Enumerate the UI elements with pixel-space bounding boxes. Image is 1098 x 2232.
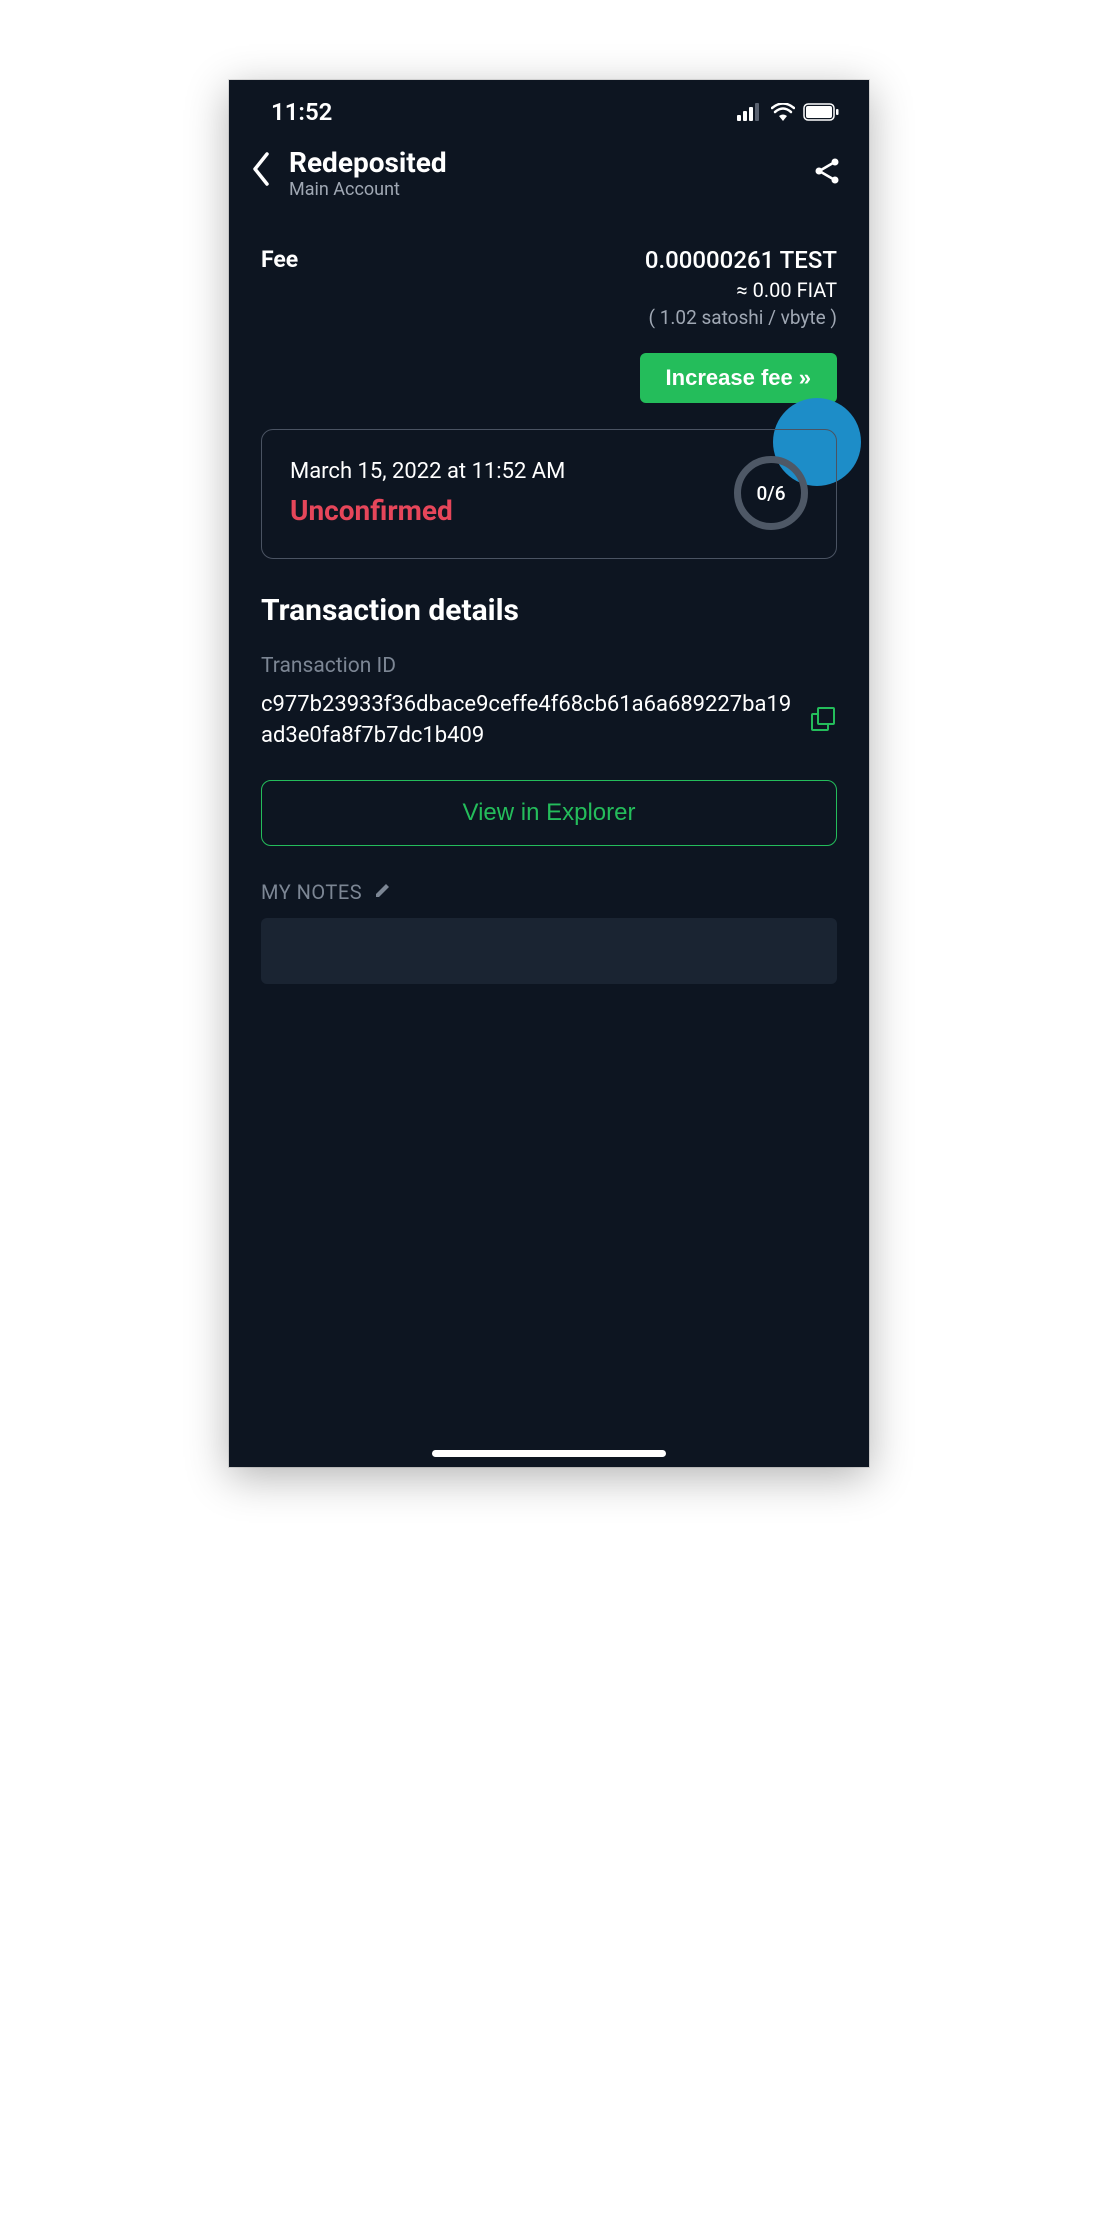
page-title: Redeposited bbox=[289, 146, 795, 179]
confirmation-count: 0/6 bbox=[756, 482, 785, 505]
fee-label: Fee bbox=[261, 246, 298, 273]
increase-fee-button[interactable]: Increase fee bbox=[640, 353, 837, 403]
copy-icon bbox=[809, 705, 837, 733]
copy-button[interactable] bbox=[809, 705, 837, 737]
share-button[interactable] bbox=[809, 153, 845, 193]
status-date: March 15, 2022 at 11:52 AM bbox=[290, 459, 565, 484]
page-subtitle: Main Account bbox=[289, 179, 795, 200]
confirmation-ring: 0/6 bbox=[734, 456, 808, 530]
pencil-icon bbox=[374, 881, 392, 899]
back-button[interactable] bbox=[247, 148, 275, 199]
view-in-explorer-button[interactable]: View in Explorer bbox=[261, 780, 837, 846]
edit-notes-button[interactable] bbox=[374, 881, 392, 903]
fee-row: Fee 0.00000261 TEST ≈ 0.00 FIAT ( 1.02 s… bbox=[261, 246, 837, 329]
status-card: March 15, 2022 at 11:52 AM Unconfirmed 0… bbox=[261, 429, 837, 559]
status-time: 11:52 bbox=[271, 98, 332, 126]
section-title: Transaction details bbox=[261, 593, 837, 628]
fee-fiat: ≈ 0.00 FIAT bbox=[645, 278, 837, 302]
notes-field[interactable] bbox=[261, 918, 837, 984]
wifi-icon bbox=[771, 103, 795, 121]
txid-label: Transaction ID bbox=[261, 654, 837, 678]
status-bar: 11:52 bbox=[229, 80, 869, 136]
nav-bar: Redeposited Main Account bbox=[229, 136, 869, 218]
notes-label: MY NOTES bbox=[261, 880, 362, 904]
battery-icon bbox=[803, 103, 839, 121]
status-label: Unconfirmed bbox=[290, 494, 565, 527]
status-icons bbox=[737, 103, 839, 121]
home-indicator[interactable] bbox=[432, 1450, 666, 1457]
txid-value: c977b23933f36dbace9ceffe4f68cb61a6a68922… bbox=[261, 690, 793, 752]
fee-rate: ( 1.02 satoshi / vbyte ) bbox=[645, 306, 837, 329]
signal-icon bbox=[737, 103, 763, 121]
increase-fee-label: Increase fee bbox=[666, 365, 793, 391]
fee-amount: 0.00000261 TEST bbox=[645, 246, 837, 274]
